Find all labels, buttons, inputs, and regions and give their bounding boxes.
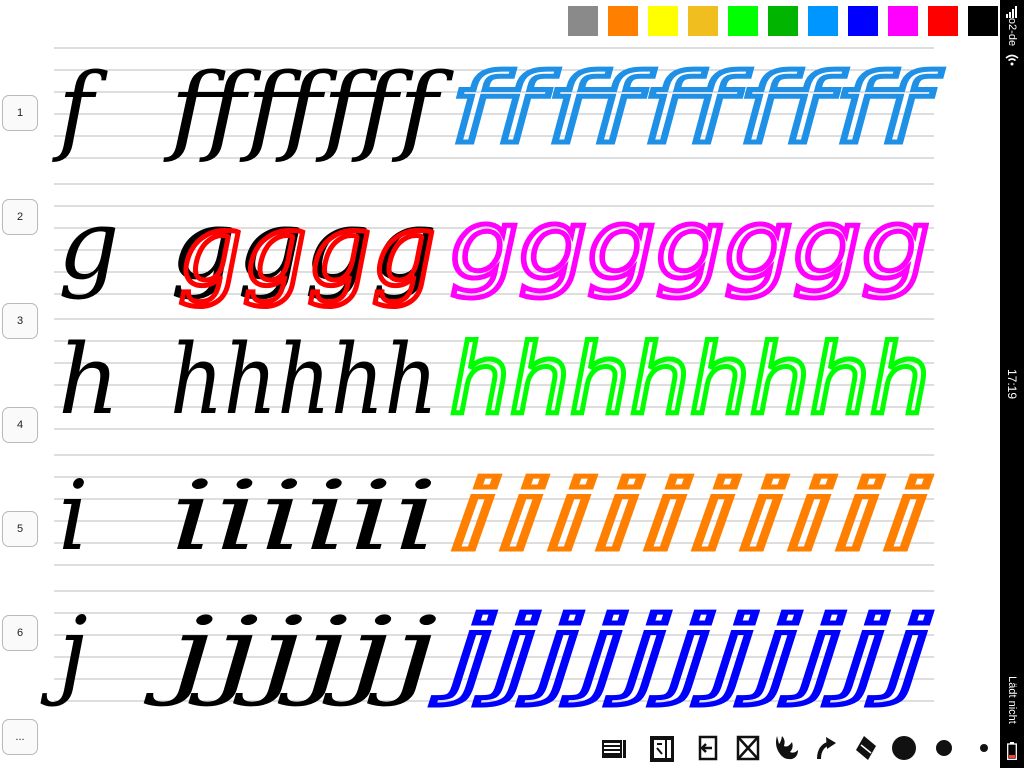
edit-page-icon[interactable] — [646, 732, 678, 764]
model-repeat: jjjjjj — [143, 596, 438, 708]
overlay-trace: gggg — [178, 191, 436, 308]
handwritten-j: jjjjjjjjjjj — [432, 596, 931, 708]
clear-icon[interactable] — [732, 732, 764, 764]
handwritten-f: ffffffffff — [450, 53, 943, 165]
battery-status-label: Lädt nicht — [1006, 676, 1018, 724]
redo-icon[interactable] — [810, 732, 842, 764]
letter-row-h: h hhhhh hhhhhhhh — [54, 318, 934, 439]
clock: 17:19 — [1005, 368, 1019, 400]
letter-row-j: j jjjjjjjjjjjjjjjjj — [40, 590, 934, 711]
model-letter: i — [58, 460, 89, 572]
model-repeat: iiiiii — [170, 460, 438, 572]
status-bar: o2-de 17:19 Lädt nicht — [1000, 0, 1024, 768]
model-letter: j — [40, 596, 88, 708]
letter-row-i: i iiiiii iiiiiiiiii — [54, 454, 934, 575]
model-repeat: hhhhh — [170, 324, 438, 436]
handwritten-i: iiiiiiiiii — [450, 460, 931, 572]
brush-large-icon[interactable] — [888, 732, 920, 764]
model-letter: g — [58, 189, 119, 301]
bottom-toolbar — [598, 732, 998, 764]
signal-icon — [1006, 6, 1017, 18]
handwritten-h: hhhhhhhh — [450, 324, 930, 436]
carrier-label: o2-de — [1006, 17, 1018, 47]
model-letter: h — [58, 324, 120, 436]
worksheet-canvas[interactable]: f fffffffffffffffffg gggggggg gggggggh hhhhh… — [0, 0, 1000, 768]
hand-icon[interactable] — [770, 732, 802, 764]
brush-small-icon[interactable] — [968, 732, 1000, 764]
handwritten-g: ggggggg — [450, 189, 930, 301]
list-icon[interactable] — [598, 732, 630, 764]
letter-row-f: f fffffffffffffffff — [52, 47, 946, 168]
eraser-icon[interactable] — [850, 732, 882, 764]
letter-row-g: g gggggggg ggggggg — [54, 183, 934, 311]
brush-medium-icon[interactable] — [928, 732, 960, 764]
model-repeat: fffffff — [163, 53, 454, 165]
battery-icon — [1007, 742, 1017, 760]
wifi-icon — [1005, 54, 1019, 66]
back-icon[interactable] — [692, 732, 724, 764]
